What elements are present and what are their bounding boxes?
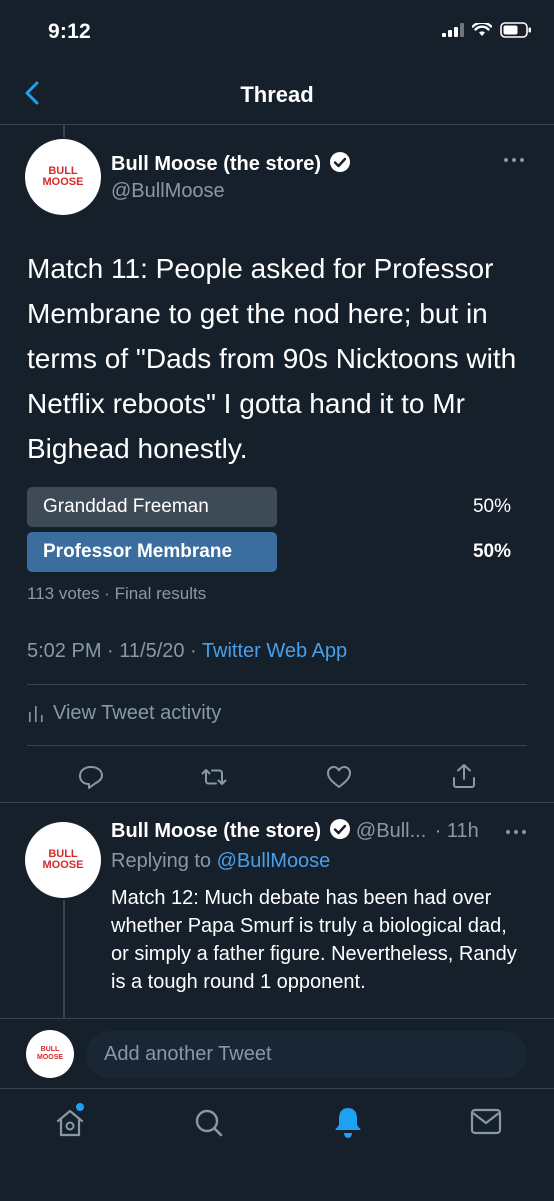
retweet-icon[interactable] <box>199 762 229 792</box>
avatar[interactable]: BULL MOOSE <box>25 139 101 215</box>
tweet-text: Match 11: People asked for Professor Mem… <box>27 253 517 464</box>
avatar-logo: BULL MOOSE <box>42 848 84 871</box>
status-icons <box>442 22 532 38</box>
verified-badge-icon <box>330 152 351 172</box>
poll-option-label: Professor Membrane <box>43 541 233 562</box>
poll-option-2: Professor Membrane <box>27 532 277 572</box>
tweet-meta: 5:02 PM · 11/5/20 · Twitter Web App <box>27 640 347 663</box>
replying-to: Replying to @BullMoose <box>111 850 330 873</box>
unread-dot <box>76 1103 84 1111</box>
avatar-logo: BULL MOOSE <box>36 1046 64 1061</box>
author-row: Bull Moose (the store) <box>111 151 351 176</box>
reply-age: · 11h <box>434 820 479 842</box>
author-name[interactable]: Bull Moose (the store) <box>111 153 321 175</box>
wifi-icon <box>472 23 492 36</box>
analytics-icon <box>29 706 43 722</box>
add-tweet-input[interactable] <box>102 1042 506 1067</box>
poll-option-percent: 50% <box>472 496 511 517</box>
reply-author-handle[interactable]: @Bull... <box>356 820 426 842</box>
reply-author-name[interactable]: Bull Moose (the store) <box>111 820 321 842</box>
view-tweet-activity-label: View Tweet activity <box>53 701 222 724</box>
compose-field[interactable] <box>86 1031 527 1078</box>
author-handle[interactable]: @BullMoose <box>111 180 225 203</box>
tab-bar <box>0 1088 554 1201</box>
more-options-icon[interactable] <box>505 828 527 836</box>
reply-avatar[interactable]: BULL MOOSE <box>25 822 101 898</box>
page-title: Thread <box>240 82 314 107</box>
replying-to-prefix: Replying to <box>111 850 217 872</box>
home-icon <box>56 1109 84 1137</box>
reply-author-row: Bull Moose (the store) @Bull... · 11h <box>111 818 479 843</box>
messages-icon[interactable] <box>469 1107 503 1137</box>
thread-header: Thread <box>0 62 554 125</box>
reply-tweet-text: Match 12: Much debate has been had over … <box>111 887 517 993</box>
battery-icon <box>500 22 531 38</box>
like-icon[interactable] <box>324 762 354 792</box>
status-time: 9:12 <box>48 20 91 43</box>
notifications-icon[interactable] <box>331 1105 365 1141</box>
replying-to-handle[interactable]: @BullMoose <box>217 850 331 872</box>
reply-icon[interactable] <box>76 762 106 792</box>
verified-badge-icon <box>330 819 351 839</box>
signal-icon <box>442 23 464 37</box>
search-icon[interactable] <box>192 1106 226 1140</box>
poll-option-label: Granddad Freeman <box>43 496 209 517</box>
tweet-source-link[interactable]: Twitter Web App <box>202 640 347 662</box>
more-options-icon[interactable] <box>503 156 525 164</box>
tweet-timestamp: 5:02 PM · 11/5/20 · <box>27 640 202 662</box>
compose-avatar: BULL MOOSE <box>26 1030 74 1078</box>
avatar-logo: BULL MOOSE <box>42 165 84 188</box>
view-tweet-activity[interactable]: View Tweet activity <box>27 700 221 726</box>
tab-home[interactable] <box>53 1103 87 1140</box>
poll-option-percent: 50% <box>472 541 511 562</box>
poll-option-1: Granddad Freeman <box>27 487 277 527</box>
share-icon[interactable] <box>449 761 479 791</box>
poll-summary: 113 votes · Final results <box>27 584 207 603</box>
